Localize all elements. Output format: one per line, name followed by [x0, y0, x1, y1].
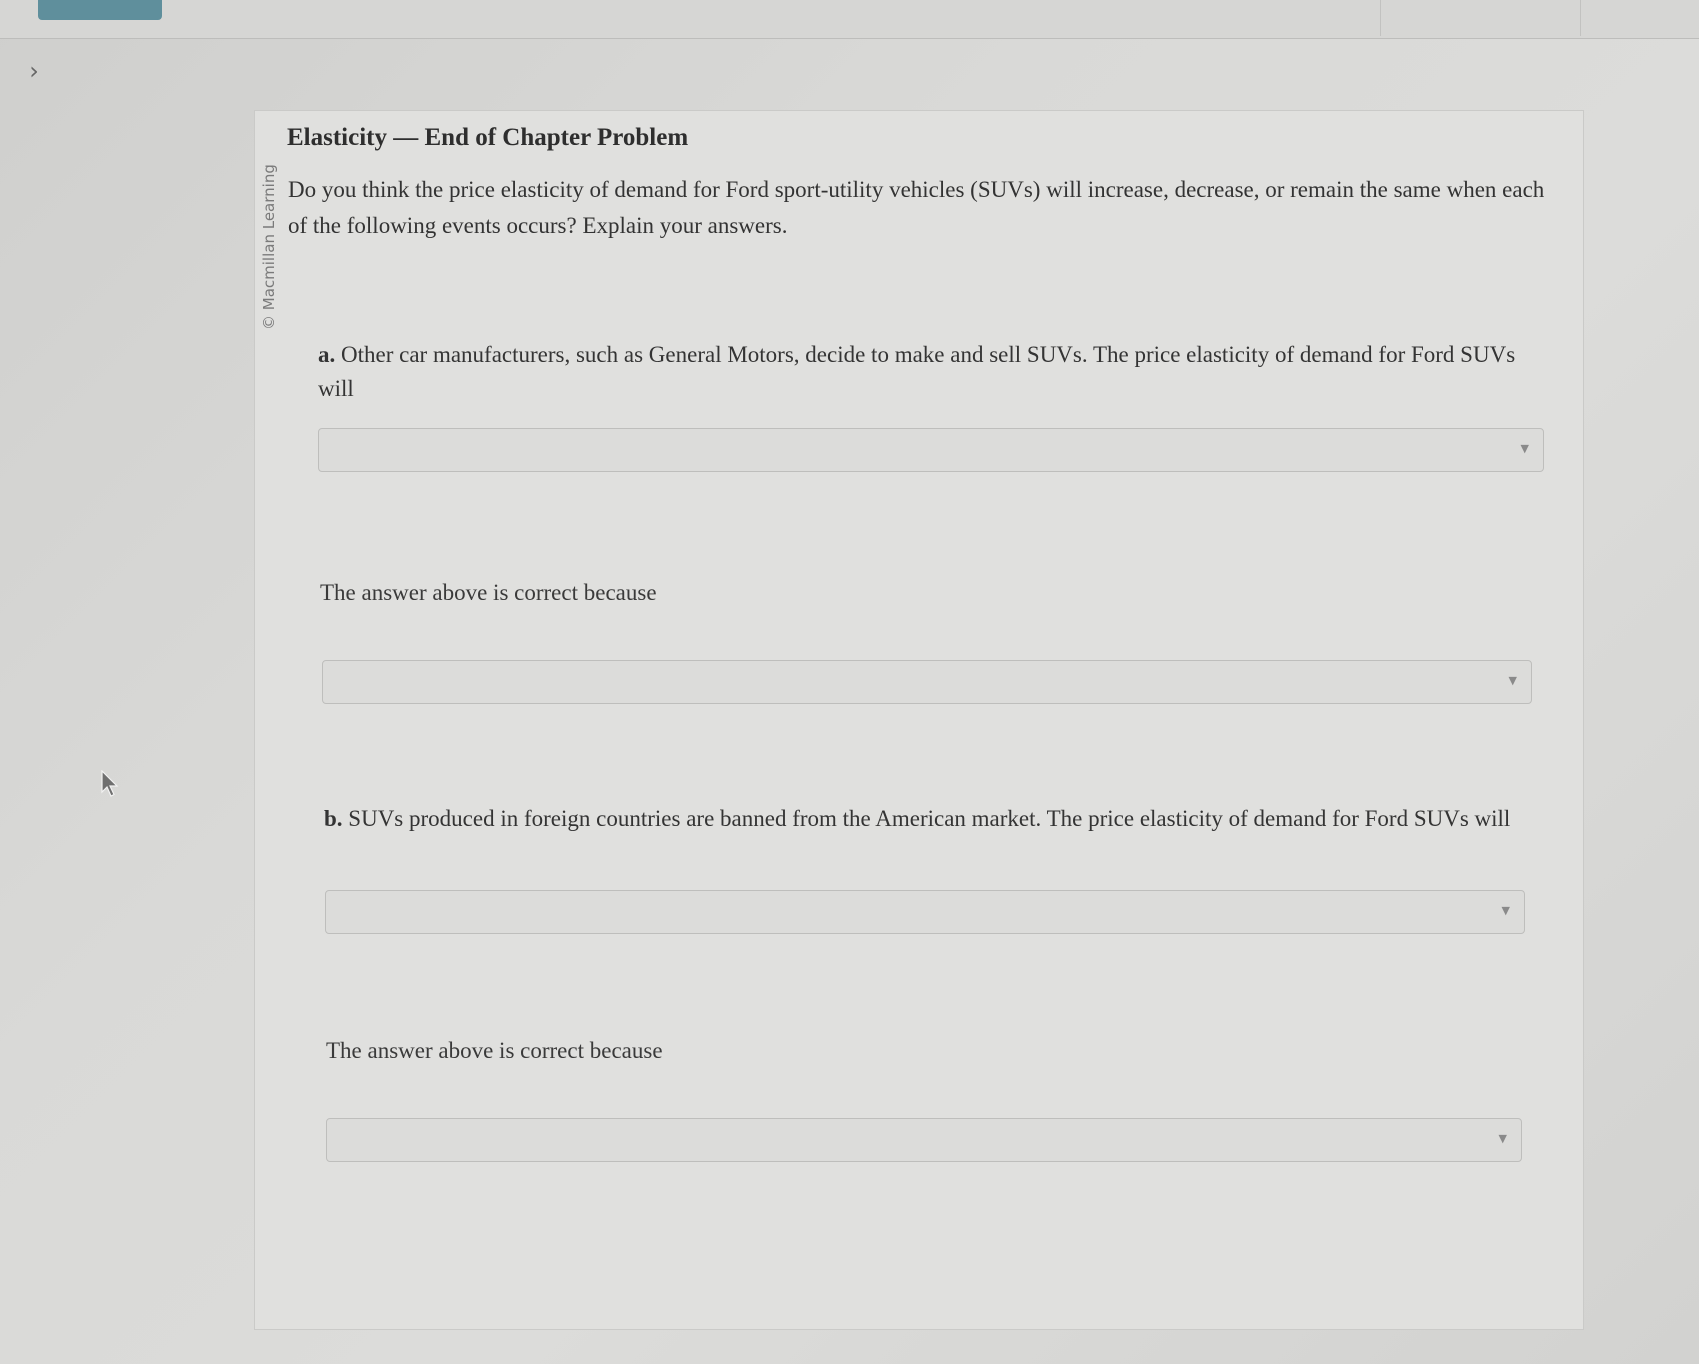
answer-b-dropdown[interactable]: ▼	[325, 890, 1525, 934]
because-a-label: The answer above is correct because	[320, 580, 657, 605]
question-a: a. Other car manufacturers, such as Gene…	[318, 338, 1548, 406]
question-a-text: Other car manufacturers, such as General…	[318, 342, 1516, 401]
question-b: b. SUVs produced in foreign countries ar…	[324, 802, 1524, 836]
top-toolbar	[0, 0, 1699, 39]
because-b-label: The answer above is correct because	[326, 1038, 663, 1063]
mouse-cursor-icon	[101, 770, 119, 797]
problem-title: Elasticity — End of Chapter Problem	[287, 124, 689, 151]
because-a-dropdown[interactable]: ▼	[322, 660, 1532, 704]
problem-prompt: Do you think the price elasticity of dem…	[288, 177, 1545, 238]
question-a-letter: a.	[318, 342, 336, 367]
chevron-down-icon: ▼	[1501, 904, 1510, 917]
chevron-down-icon: ▼	[1498, 1132, 1507, 1145]
answer-a-dropdown[interactable]: ▼	[318, 428, 1544, 472]
score-tab[interactable]	[38, 0, 162, 20]
chevron-down-icon: ▼	[1508, 674, 1517, 687]
publisher-credit: © Macmillan Learning	[260, 164, 278, 330]
question-b-text: SUVs produced in foreign countries are b…	[342, 806, 1511, 831]
chevron-right-icon[interactable]: ›	[22, 57, 46, 85]
toolbar-divider	[1380, 0, 1381, 36]
chevron-down-icon: ▼	[1520, 442, 1529, 455]
question-b-letter: b.	[324, 806, 343, 831]
toolbar-divider	[1580, 0, 1581, 36]
because-b-dropdown[interactable]: ▼	[326, 1118, 1522, 1162]
